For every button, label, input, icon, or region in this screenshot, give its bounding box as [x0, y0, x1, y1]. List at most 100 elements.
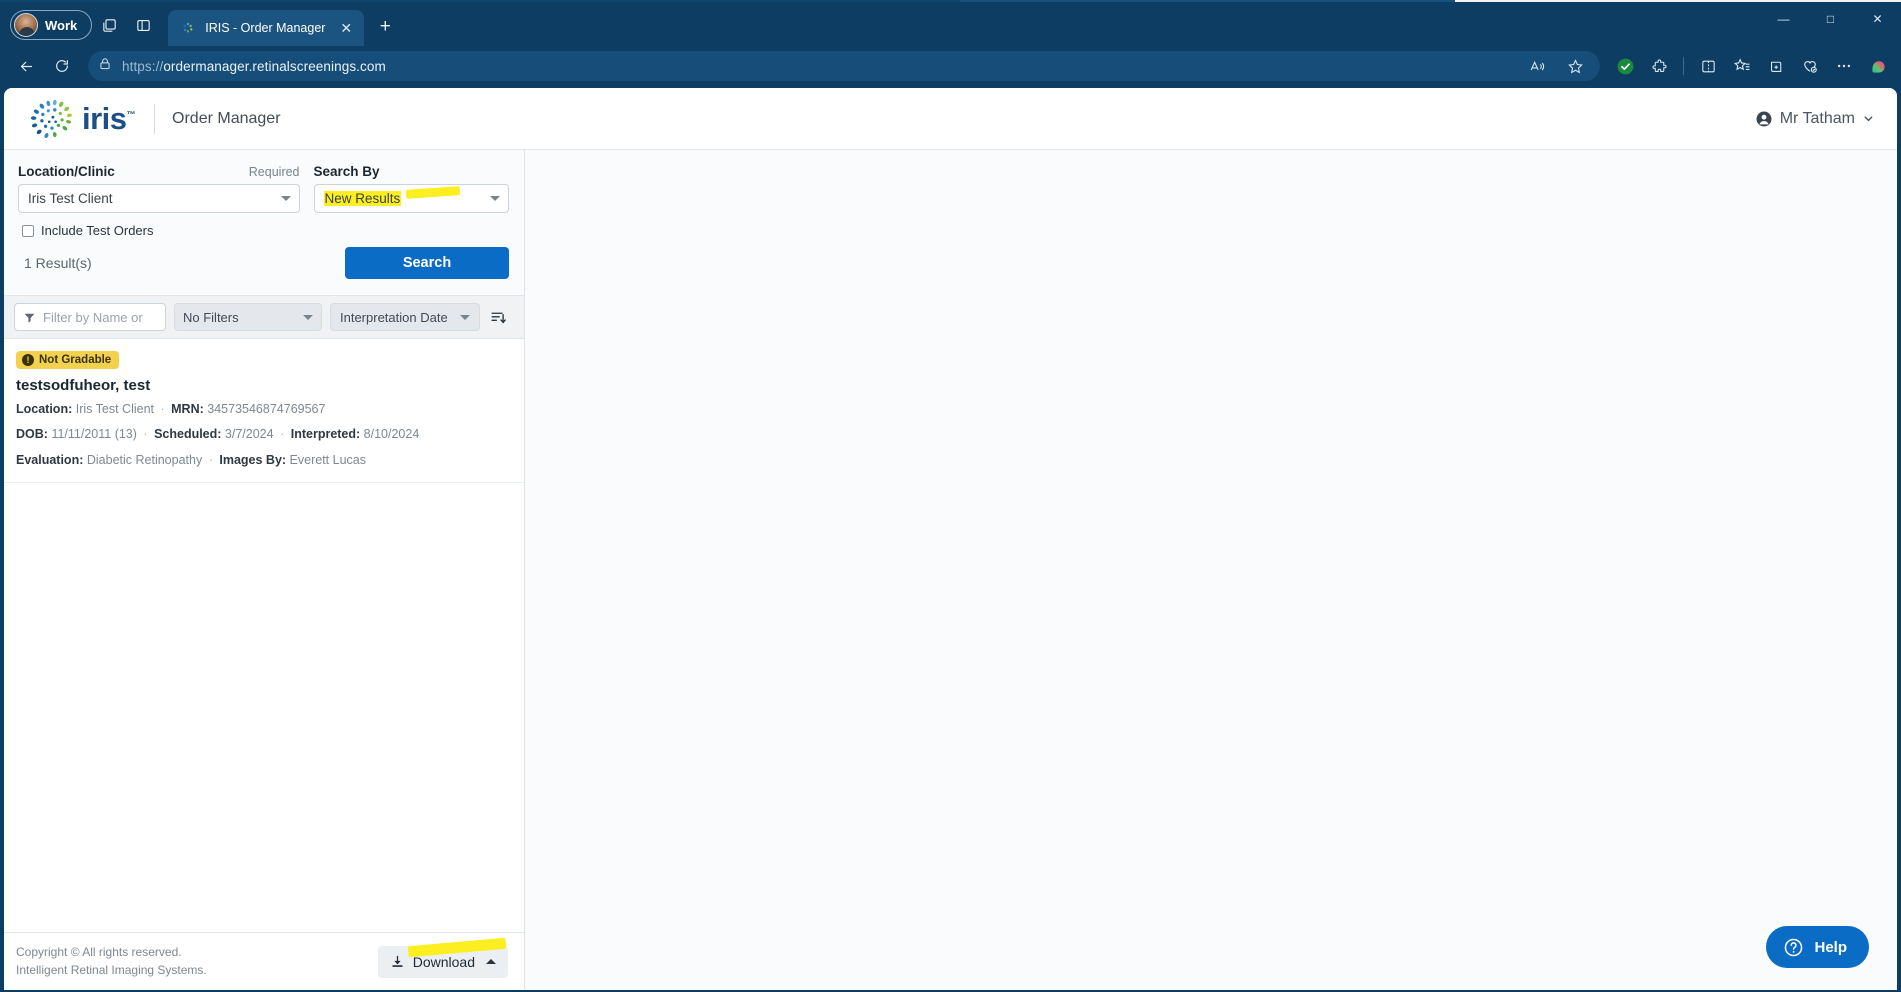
search-button[interactable]: Search: [345, 247, 509, 279]
copyright-text: Copyright © All rights reserved. Intelli…: [16, 944, 207, 979]
web-page: iris™ Order Manager Mr Tatham Location/C…: [4, 88, 1897, 990]
verified-check-icon[interactable]: [1610, 51, 1640, 81]
iris-logo[interactable]: iris™: [24, 97, 136, 141]
mrn-label: MRN:: [171, 402, 204, 416]
filter-select-value: No Filters: [183, 309, 239, 325]
favorites-icon[interactable]: [1727, 51, 1757, 81]
filter-select[interactable]: No Filters: [174, 303, 322, 331]
search-by-labels: Search By: [314, 164, 509, 179]
browser-essentials-icon[interactable]: [1795, 51, 1825, 81]
header-divider: [154, 103, 156, 134]
result-count: 1 Result(s): [24, 255, 92, 271]
sort-field-select[interactable]: Interpretation Date: [330, 303, 480, 331]
window-controls: — □ ✕: [1760, 2, 1901, 36]
name-filter-placeholder: Filter by Name or: [43, 309, 143, 325]
split-screen-toolbar-icon[interactable]: [1693, 51, 1723, 81]
tab-title: IRIS - Order Manager: [205, 21, 326, 35]
result-card[interactable]: ! Not Gradable testsodfuheor, test Locat…: [4, 339, 524, 483]
meta-separator: ·: [160, 402, 165, 416]
help-label: Help: [1814, 938, 1847, 956]
location-labels: Location/Clinic Required: [18, 164, 300, 179]
interpreted-value: 8/10/2024: [363, 427, 420, 442]
add-favorite-star-icon[interactable]: [1560, 51, 1590, 81]
workspace-button[interactable]: Work: [10, 10, 93, 40]
question-circle-icon: [1785, 938, 1803, 956]
dob-value: 11/11/2011 (13): [51, 427, 137, 442]
tab-close-icon[interactable]: ✕: [336, 18, 356, 38]
content-area: Location/Clinic Required Iris Test Clien…: [4, 150, 1897, 990]
browser-tab[interactable]: IRIS - Order Manager ✕: [168, 10, 365, 46]
reload-icon[interactable]: [46, 50, 78, 82]
dob-label: DOB:: [16, 427, 48, 442]
minimize-button[interactable]: —: [1760, 2, 1807, 36]
meta-separator: ·: [280, 427, 285, 442]
toolbar-divider: [1683, 57, 1684, 75]
browser-window: Work IRIS - Order Manager ✕ + — □ ✕ http…: [0, 2, 1901, 992]
download-button[interactable]: Download: [377, 937, 508, 978]
evaluation-label: Evaluation:: [16, 452, 84, 467]
chevron-down-icon: [1864, 116, 1873, 122]
download-icon: [392, 955, 403, 967]
location-required-text: Required: [248, 165, 300, 179]
patient-name: testsodfuheor, test: [16, 377, 151, 394]
search-by-select-value: New Results: [323, 191, 402, 206]
location-meta-value: Iris Test Client: [75, 402, 154, 416]
split-screen-icon[interactable]: [126, 8, 160, 42]
name-filter-input[interactable]: Filter by Name or: [14, 303, 166, 331]
search-fields-row: Location/Clinic Required Iris Test Clien…: [18, 164, 509, 213]
navigation-bar: https://ordermanager.retinalscreenings.c…: [0, 46, 1901, 86]
interpreted-label: Interpreted:: [290, 427, 361, 442]
include-test-orders-label: Include Test Orders: [41, 223, 154, 238]
address-bar-url: https://ordermanager.retinalscreenings.c…: [122, 58, 386, 74]
workspace-label: Work: [45, 17, 78, 33]
copyright-line-1: Copyright © All rights reserved.: [16, 945, 182, 960]
site-info-lock-icon[interactable]: [98, 57, 112, 76]
download-label: Download: [412, 953, 475, 970]
mrn-value: 34573546874769567: [207, 402, 326, 416]
location-select[interactable]: Iris Test Client: [18, 184, 300, 213]
evaluation-value: Diabetic Retinopathy: [86, 452, 203, 467]
filter-bar: Filter by Name or No Filters Interpretat…: [4, 295, 524, 339]
search-by-select[interactable]: New Results: [313, 184, 509, 213]
back-arrow-icon[interactable]: [10, 50, 42, 82]
iris-spiral-logo-icon: [30, 99, 72, 138]
user-menu[interactable]: Mr Tatham: [1755, 110, 1875, 128]
page-title: Order Manager: [172, 109, 281, 127]
include-test-orders-row[interactable]: Include Test Orders: [18, 213, 509, 238]
collections-icon[interactable]: [1761, 51, 1791, 81]
address-bar[interactable]: https://ordermanager.retinalscreenings.c…: [88, 51, 1600, 81]
patient-meta-line-2: DOB: 11/11/2011 (13) · Scheduled: 3/7/20…: [16, 424, 510, 444]
sort-select-value: Interpretation Date: [340, 309, 448, 325]
chevron-down-icon: [280, 196, 291, 201]
search-by-field: Search By New Results: [313, 164, 509, 213]
new-tab-button[interactable]: +: [370, 12, 400, 42]
images-by-value: Everett Lucas: [289, 452, 366, 467]
extensions-puzzle-icon[interactable]: [1644, 51, 1674, 81]
sort-descending-icon[interactable]: [488, 303, 510, 331]
location-clinic-field: Location/Clinic Required Iris Test Clien…: [18, 164, 300, 213]
scheduled-value: 3/7/2024: [224, 427, 274, 442]
read-aloud-icon[interactable]: [1522, 51, 1552, 81]
copyright-line-2: Intelligent Retinal Imaging Systems.: [16, 962, 207, 977]
meta-separator: ·: [143, 427, 148, 442]
more-options-icon[interactable]: [1829, 51, 1859, 81]
location-select-value: Iris Test Client: [28, 191, 113, 206]
result-count-row: 1 Result(s) Search: [18, 238, 509, 295]
images-by-label: Images By:: [219, 452, 287, 467]
patient-meta-line-3: Evaluation: Diabetic Retinopathy · Image…: [16, 450, 510, 470]
search-by-label: Search By: [313, 164, 380, 179]
maximize-button[interactable]: □: [1807, 2, 1854, 36]
workspaces-icon[interactable]: [92, 8, 126, 42]
copilot-icon[interactable]: [1863, 51, 1893, 81]
tab-strip: Work IRIS - Order Manager ✕ + — □ ✕: [0, 2, 1901, 46]
iris-wordmark: iris™: [82, 101, 136, 136]
user-account-icon: [1756, 111, 1772, 126]
location-label: Location/Clinic: [18, 164, 115, 179]
help-button[interactable]: Help: [1766, 926, 1869, 968]
user-name: Mr Tatham: [1779, 109, 1855, 127]
chevron-up-icon: [486, 959, 496, 964]
status-badge-label: Not Gradable: [39, 354, 112, 366]
chevron-down-icon: [459, 314, 470, 320]
include-test-orders-checkbox[interactable]: [22, 224, 34, 237]
close-window-button[interactable]: ✕: [1854, 2, 1901, 36]
